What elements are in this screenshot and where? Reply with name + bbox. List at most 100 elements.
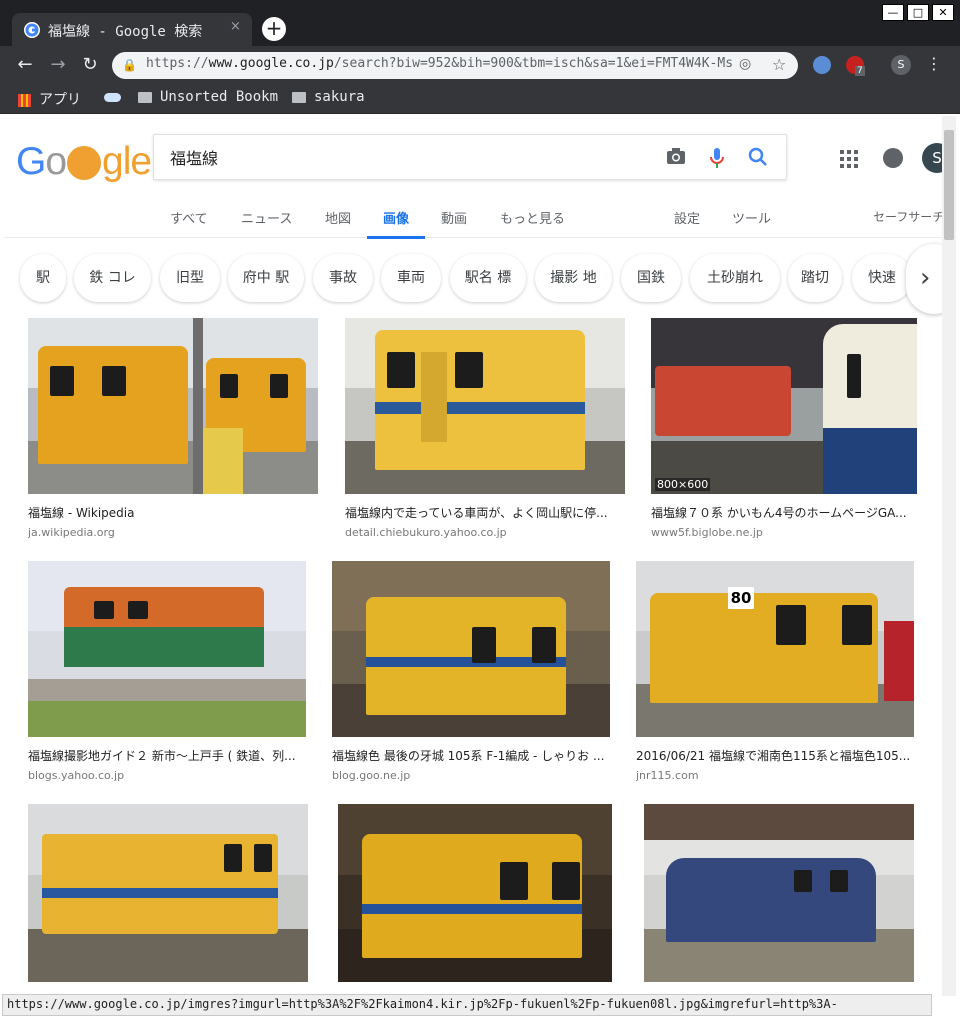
settings-link[interactable]: 設定 — [674, 208, 700, 227]
browser-toolbar: ← → ↻ 🔒 https://www.google.co.jp/search?… — [0, 46, 960, 84]
bookmark-cloud[interactable] — [104, 89, 129, 109]
image-result[interactable] — [28, 804, 308, 982]
new-tab-button[interactable]: + — [262, 17, 286, 41]
result-thumbnail[interactable] — [332, 561, 610, 737]
tab-videos[interactable]: 動画 — [441, 208, 467, 227]
result-source[interactable]: jnr115.com — [636, 769, 914, 782]
maximize-button[interactable]: □ — [907, 4, 929, 21]
tab-close-icon[interactable]: × — [230, 19, 241, 34]
image-result[interactable]: 福塩線内で走っている車両が、よく岡山駅に停... detail.chiebuku… — [345, 318, 625, 539]
image-result[interactable]: 福塩線色 最後の牙城 105系 F-1編成 - しゃりお ... blog.go… — [332, 561, 610, 782]
search-box[interactable] — [153, 134, 787, 180]
result-thumbnail[interactable] — [345, 318, 625, 494]
google-images-page: Gogle S すべて ニュース 地図 画像 動画 — [4, 116, 942, 996]
back-icon[interactable]: ← — [14, 54, 36, 76]
result-source[interactable]: blog.goo.ne.jp — [332, 769, 610, 782]
chip[interactable]: 国鉄 — [621, 254, 681, 302]
account-avatar[interactable]: S — [922, 143, 942, 173]
bookmark-label: アプリ — [39, 92, 81, 108]
image-result[interactable]: 80 2016/06/21 福塩線で湘南色115系と福塩色105... jnr1… — [636, 561, 914, 782]
tab-all[interactable]: すべて — [170, 208, 208, 227]
result-source[interactable]: ja.wikipedia.org — [28, 526, 318, 539]
result-source[interactable]: www5f.biglobe.ne.jp — [651, 526, 917, 539]
google-favicon-icon — [24, 22, 40, 38]
status-bar-url: https://www.google.co.jp/imgres?imgurl=h… — [2, 994, 932, 1016]
result-title[interactable]: 福塩線 - Wikipedia — [28, 504, 318, 521]
result-thumbnail[interactable] — [644, 804, 914, 982]
image-result[interactable]: 800×600 福塩線７０系 かいもん4号のホームページGA... www5f.… — [651, 318, 917, 539]
image-result[interactable] — [644, 804, 914, 982]
result-thumbnail[interactable]: 800×600 — [651, 318, 917, 494]
reload-icon[interactable]: ↻ — [79, 54, 101, 76]
close-window-button[interactable]: ✕ — [932, 4, 954, 21]
search-icon[interactable] — [748, 147, 768, 172]
google-doodle-logo[interactable]: Go gle — [16, 140, 152, 184]
profile-avatar[interactable]: S — [891, 55, 911, 75]
speed-sign: 80 — [728, 587, 754, 609]
bookmark-star-icon[interactable]: ☆ — [772, 55, 786, 74]
result-thumbnail[interactable] — [338, 804, 612, 982]
bookmark-sakura[interactable]: sakura — [292, 89, 365, 109]
result-title[interactable]: 福塩線７０系 かいもん4号のホームページGA... — [651, 504, 917, 521]
result-title[interactable]: 福塩線色 最後の牙城 105系 F-1編成 - しゃりお ... — [332, 747, 610, 764]
chip[interactable]: 旧型 — [160, 254, 220, 302]
address-bar[interactable]: 🔒 https://www.google.co.jp/search?biw=95… — [112, 52, 798, 79]
bookmark-label: sakura — [314, 89, 365, 105]
notifications-bell-icon[interactable] — [883, 148, 903, 168]
image-dimensions: 800×600 — [655, 478, 711, 491]
apps-grid-icon — [18, 93, 31, 107]
chip[interactable]: 車両 — [381, 254, 441, 302]
bookmark-unsorted[interactable]: Unsorted Bookm — [138, 89, 278, 109]
chip[interactable]: 事故 — [313, 254, 373, 302]
url-scheme: https:// — [146, 56, 209, 71]
location-icon[interactable]: ◎ — [739, 56, 751, 72]
forward-icon[interactable]: → — [47, 54, 69, 76]
microphone-icon[interactable] — [710, 147, 724, 174]
result-thumbnail[interactable] — [28, 804, 308, 982]
chips-next-chevron-icon[interactable]: › — [906, 244, 942, 314]
result-thumbnail[interactable] — [28, 318, 318, 494]
page-scrollbar[interactable] — [942, 116, 956, 996]
tab-images[interactable]: 画像 — [366, 208, 426, 239]
chip[interactable]: 踏切 — [788, 254, 842, 302]
chip[interactable]: 鉄 コレ — [74, 254, 151, 302]
google-apps-icon[interactable] — [840, 150, 858, 168]
browser-window: 福塩線 - Google 検索 × + — □ ✕ ← → ↻ 🔒 https:… — [0, 0, 960, 1020]
image-result[interactable] — [338, 804, 612, 982]
search-input[interactable] — [170, 147, 650, 166]
chip[interactable]: 快速 — [852, 254, 912, 302]
result-title[interactable]: 福塩線内で走っている車両が、よく岡山駅に停... — [345, 504, 625, 521]
cloud-icon — [104, 92, 121, 102]
result-thumbnail[interactable]: 80 — [636, 561, 914, 737]
result-source[interactable]: blogs.yahoo.co.jp — [28, 769, 306, 782]
image-result[interactable]: 福塩線 - Wikipedia ja.wikipedia.org — [28, 318, 318, 539]
browser-tab[interactable]: 福塩線 - Google 検索 × — [12, 13, 252, 46]
chip[interactable]: 府中 駅 — [228, 254, 304, 302]
tab-news[interactable]: ニュース — [241, 208, 292, 227]
minimize-button[interactable]: — — [882, 4, 904, 21]
chip[interactable]: 土砂崩れ — [690, 254, 780, 302]
lock-icon: 🔒 — [122, 58, 137, 72]
result-thumbnail[interactable] — [28, 561, 306, 737]
url-host: www.google.co.jp — [208, 56, 334, 71]
tools-link[interactable]: ツール — [732, 208, 771, 227]
bookmark-apps[interactable]: アプリ — [18, 89, 81, 109]
scrollbar-thumb[interactable] — [944, 130, 954, 240]
tab-more[interactable]: もっと見る — [500, 208, 565, 227]
chip[interactable]: 駅名 標 — [450, 254, 526, 302]
chip[interactable]: 撮影 地 — [535, 254, 612, 302]
result-source[interactable]: detail.chiebukuro.yahoo.co.jp — [345, 526, 625, 539]
folder-icon — [292, 91, 306, 103]
safesearch-link[interactable]: セーフサーチ — [873, 208, 942, 225]
chip[interactable]: 駅 — [20, 254, 66, 302]
extension-globe-icon[interactable] — [813, 56, 831, 74]
folder-icon — [138, 91, 152, 103]
tab-maps[interactable]: 地図 — [325, 208, 351, 227]
address-url[interactable]: https://www.google.co.jp/search?biw=952&… — [146, 56, 732, 71]
image-result[interactable]: 福塩線撮影地ガイド２ 新市～上戸手 ( 鉄道、列... blogs.yahoo.… — [28, 561, 306, 782]
result-title[interactable]: 福塩線撮影地ガイド２ 新市～上戸手 ( 鉄道、列... — [28, 747, 306, 764]
result-title[interactable]: 2016/06/21 福塩線で湘南色115系と福塩色105... — [636, 747, 914, 764]
ublock-extension-icon[interactable]: 7 — [846, 56, 865, 76]
camera-icon[interactable] — [666, 147, 686, 170]
menu-kebab-icon[interactable]: ⋮ — [926, 54, 942, 73]
